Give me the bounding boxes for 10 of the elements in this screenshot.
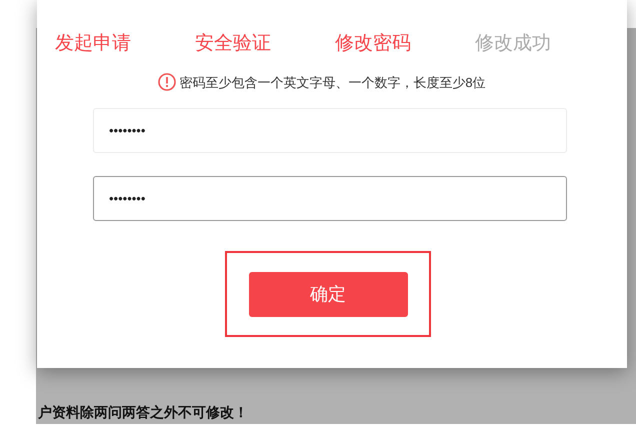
- password-hint: 密码至少包含一个英文字母、一个数字，长度至少8位: [179, 74, 486, 92]
- step-label: 发起申请: [55, 32, 132, 56]
- notice-text: 户资料除两问两答之外不可修改！: [37, 403, 249, 422]
- warning-icon: [158, 73, 176, 92]
- step-label: 修改成功: [475, 32, 552, 56]
- password-field[interactable]: ••••••••: [93, 108, 567, 153]
- step-label: 安全验证: [195, 32, 272, 56]
- step-label: 修改密码: [335, 32, 412, 56]
- confirm-button[interactable]: 确定: [248, 272, 408, 316]
- password-field[interactable]: ••••••••: [93, 176, 567, 221]
